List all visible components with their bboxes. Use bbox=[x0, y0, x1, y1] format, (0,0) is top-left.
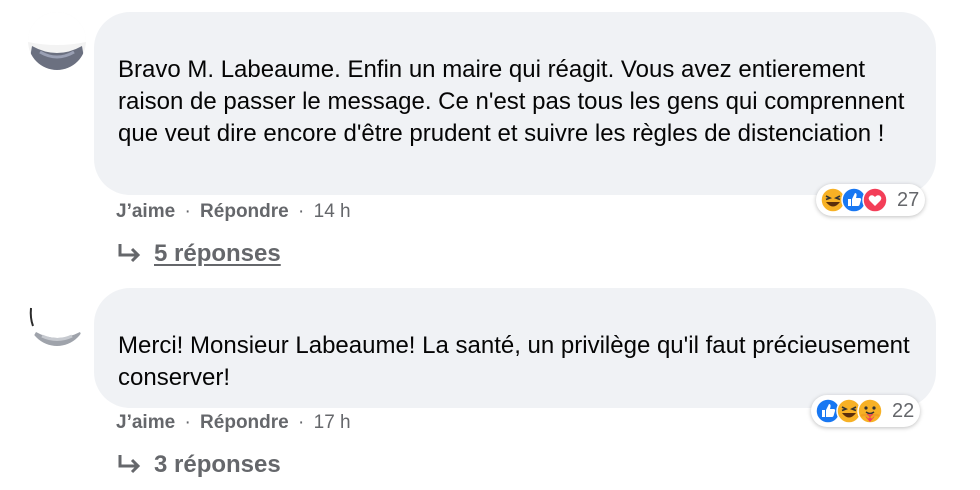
love-icon bbox=[862, 187, 888, 213]
comment-bubble: Bravo M. Labeaume. Enfin un maire qui ré… bbox=[94, 12, 936, 195]
separator: · bbox=[184, 412, 191, 433]
care-icon bbox=[857, 398, 883, 424]
avatar-image bbox=[28, 288, 86, 346]
comment-text: Merci! Monsieur Labeaume! La santé, un p… bbox=[118, 332, 910, 391]
separator: · bbox=[298, 201, 305, 222]
reaction-count: 27 bbox=[897, 188, 920, 211]
like-button[interactable]: J’aime bbox=[116, 412, 175, 433]
replies-label: 5 réponses bbox=[154, 240, 281, 267]
view-replies-link[interactable]: 5 réponses bbox=[116, 240, 281, 268]
timestamp[interactable]: 17 h bbox=[314, 412, 351, 433]
like-button[interactable]: J’aime bbox=[116, 201, 175, 222]
reaction-summary[interactable]: 27 bbox=[816, 184, 926, 216]
avatar-image bbox=[28, 12, 86, 70]
avatar[interactable] bbox=[28, 12, 86, 70]
avatar[interactable] bbox=[28, 288, 86, 346]
separator: · bbox=[184, 201, 191, 222]
reaction-summary[interactable]: 22 bbox=[811, 395, 921, 427]
comment-text: Bravo M. Labeaume. Enfin un maire qui ré… bbox=[118, 56, 905, 147]
reply-button[interactable]: Répondre bbox=[200, 201, 289, 222]
comment-actions: J’aime · Répondre · 17 h bbox=[116, 412, 351, 434]
reply-button[interactable]: Répondre bbox=[200, 412, 289, 433]
replies-label: 3 réponses bbox=[154, 451, 281, 478]
separator: · bbox=[298, 412, 305, 433]
comment-bubble: Merci! Monsieur Labeaume! La santé, un p… bbox=[94, 288, 936, 408]
view-replies-link[interactable]: 3 réponses bbox=[116, 451, 281, 479]
timestamp[interactable]: 14 h bbox=[314, 201, 351, 222]
reply-arrow-icon bbox=[118, 244, 141, 263]
comment-actions: J’aime · Répondre · 14 h bbox=[116, 201, 351, 223]
reaction-count: 22 bbox=[892, 399, 915, 422]
reply-arrow-icon bbox=[118, 455, 141, 474]
